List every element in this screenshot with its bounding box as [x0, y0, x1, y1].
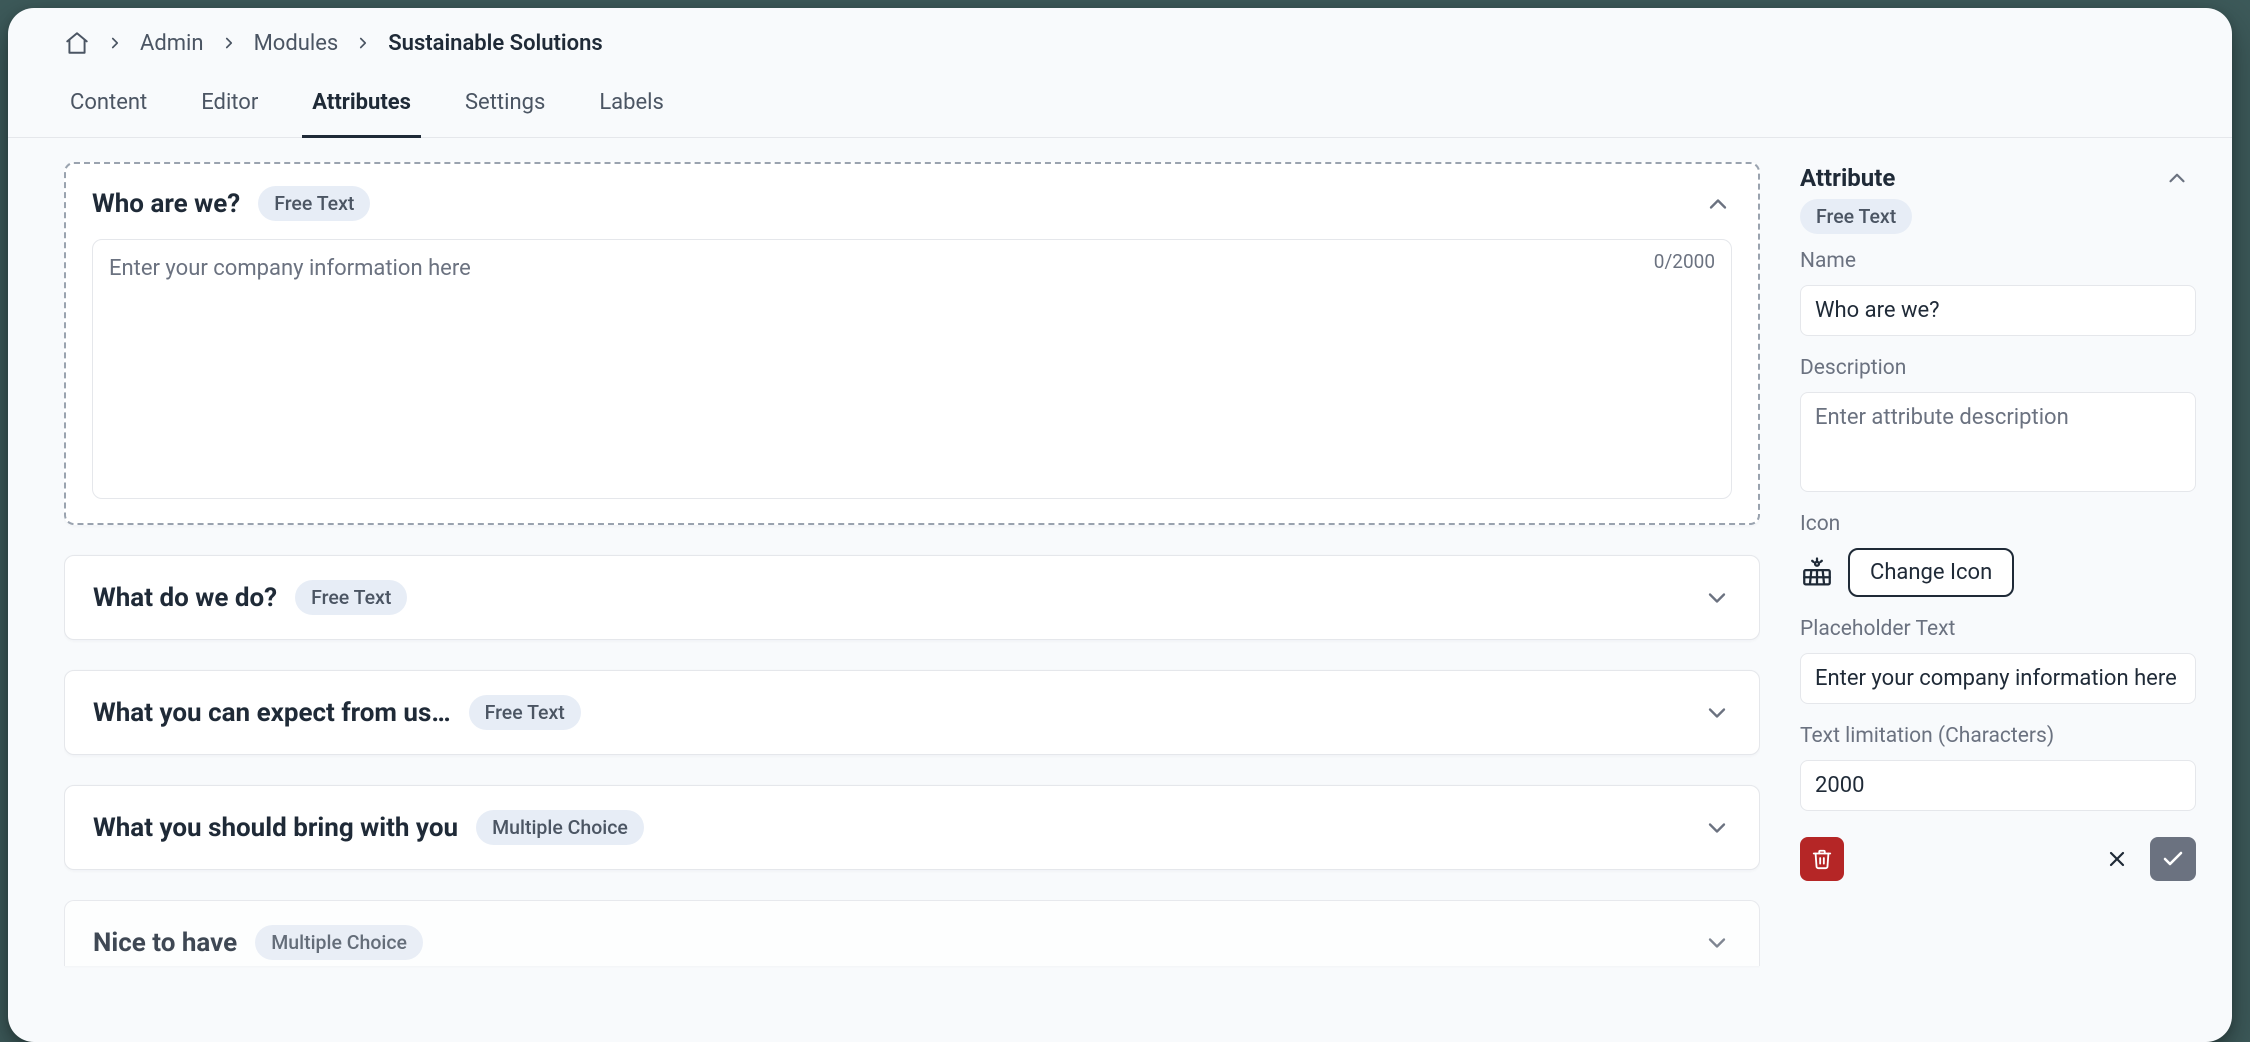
home-icon[interactable]: [64, 30, 90, 56]
attribute-card[interactable]: What you should bring with you Multiple …: [64, 785, 1760, 870]
attribute-title: What you can expect from us…: [93, 698, 451, 728]
chevron-down-icon[interactable]: [1703, 699, 1731, 727]
change-icon-button[interactable]: Change Icon: [1848, 548, 2014, 597]
tab-settings[interactable]: Settings: [459, 78, 551, 137]
attribute-title: Nice to have: [93, 928, 237, 958]
side-panel-title: Attribute: [1800, 164, 1895, 192]
name-input[interactable]: [1800, 285, 2196, 336]
side-action-row: [1800, 837, 2196, 881]
attribute-title: What you should bring with you: [93, 813, 458, 843]
attribute-card[interactable]: What do we do? Free Text: [64, 555, 1760, 640]
attribute-title: Who are we?: [92, 189, 240, 219]
attribute-card-body: 0/2000: [66, 229, 1758, 499]
attribute-side-panel: Attribute Free Text Name Description Ico…: [1800, 162, 2196, 1042]
content-area: Who are we? Free Text 0/2000 What do we: [8, 138, 2232, 1042]
breadcrumb: Admin Modules Sustainable Solutions: [8, 8, 2232, 60]
chevron-up-icon[interactable]: [1704, 190, 1732, 218]
cancel-button[interactable]: [2098, 840, 2136, 878]
attribute-type-chip: Free Text: [295, 580, 407, 615]
chevron-right-icon: [220, 34, 238, 52]
attribute-type-chip: Multiple Choice: [476, 810, 644, 845]
attribute-card[interactable]: Nice to have Multiple Choice: [64, 900, 1760, 966]
label-description: Description: [1800, 356, 2196, 380]
solar-panel-icon: [1800, 556, 1834, 590]
char-counter: 0/2000: [1654, 250, 1715, 273]
chevron-down-icon[interactable]: [1703, 814, 1731, 842]
tab-attributes[interactable]: Attributes: [306, 78, 417, 137]
label-placeholder: Placeholder Text: [1800, 617, 2196, 641]
tab-labels[interactable]: Labels: [593, 78, 670, 137]
side-type-chip: Free Text: [1800, 199, 1912, 234]
label-icon: Icon: [1800, 512, 2196, 536]
attribute-type-chip: Free Text: [258, 186, 370, 221]
label-text-limit: Text limitation (Characters): [1800, 724, 2196, 748]
attribute-title: What do we do?: [93, 583, 277, 613]
description-input[interactable]: [1800, 392, 2196, 492]
confirm-button[interactable]: [2150, 837, 2196, 881]
breadcrumb-item-admin[interactable]: Admin: [140, 31, 204, 56]
attribute-card[interactable]: Who are we? Free Text 0/2000: [64, 162, 1760, 525]
label-name: Name: [1800, 249, 2196, 273]
attribute-card-header[interactable]: What you should bring with you Multiple …: [65, 786, 1759, 869]
delete-button[interactable]: [1800, 837, 1844, 881]
tab-editor[interactable]: Editor: [195, 78, 264, 137]
attributes-list: Who are we? Free Text 0/2000 What do we: [64, 162, 1760, 1042]
side-panel-header[interactable]: Attribute: [1800, 162, 2196, 192]
attribute-card[interactable]: What you can expect from us… Free Text: [64, 670, 1760, 755]
breadcrumb-item-modules[interactable]: Modules: [254, 31, 339, 56]
breadcrumb-item-current: Sustainable Solutions: [388, 31, 602, 56]
tab-content[interactable]: Content: [64, 78, 153, 137]
attribute-type-chip: Free Text: [469, 695, 581, 730]
chevron-right-icon: [354, 34, 372, 52]
attribute-card-header[interactable]: What do we do? Free Text: [65, 556, 1759, 639]
chevron-down-icon[interactable]: [1703, 929, 1731, 957]
attribute-card-header[interactable]: What you can expect from us… Free Text: [65, 671, 1759, 754]
attribute-text-field: 0/2000: [92, 239, 1732, 499]
text-limit-input[interactable]: [1800, 760, 2196, 811]
attribute-type-chip: Multiple Choice: [255, 925, 423, 960]
tabs: Content Editor Attributes Settings Label…: [8, 60, 2232, 138]
attribute-card-header[interactable]: Nice to have Multiple Choice: [65, 901, 1759, 966]
attribute-card-header[interactable]: Who are we? Free Text: [66, 164, 1758, 229]
chevron-down-icon[interactable]: [1703, 584, 1731, 612]
app-window: Admin Modules Sustainable Solutions Cont…: [8, 8, 2232, 1042]
attribute-textarea[interactable]: [107, 248, 1717, 484]
placeholder-input[interactable]: [1800, 653, 2196, 704]
chevron-up-icon[interactable]: [2164, 165, 2190, 191]
chevron-right-icon: [106, 34, 124, 52]
